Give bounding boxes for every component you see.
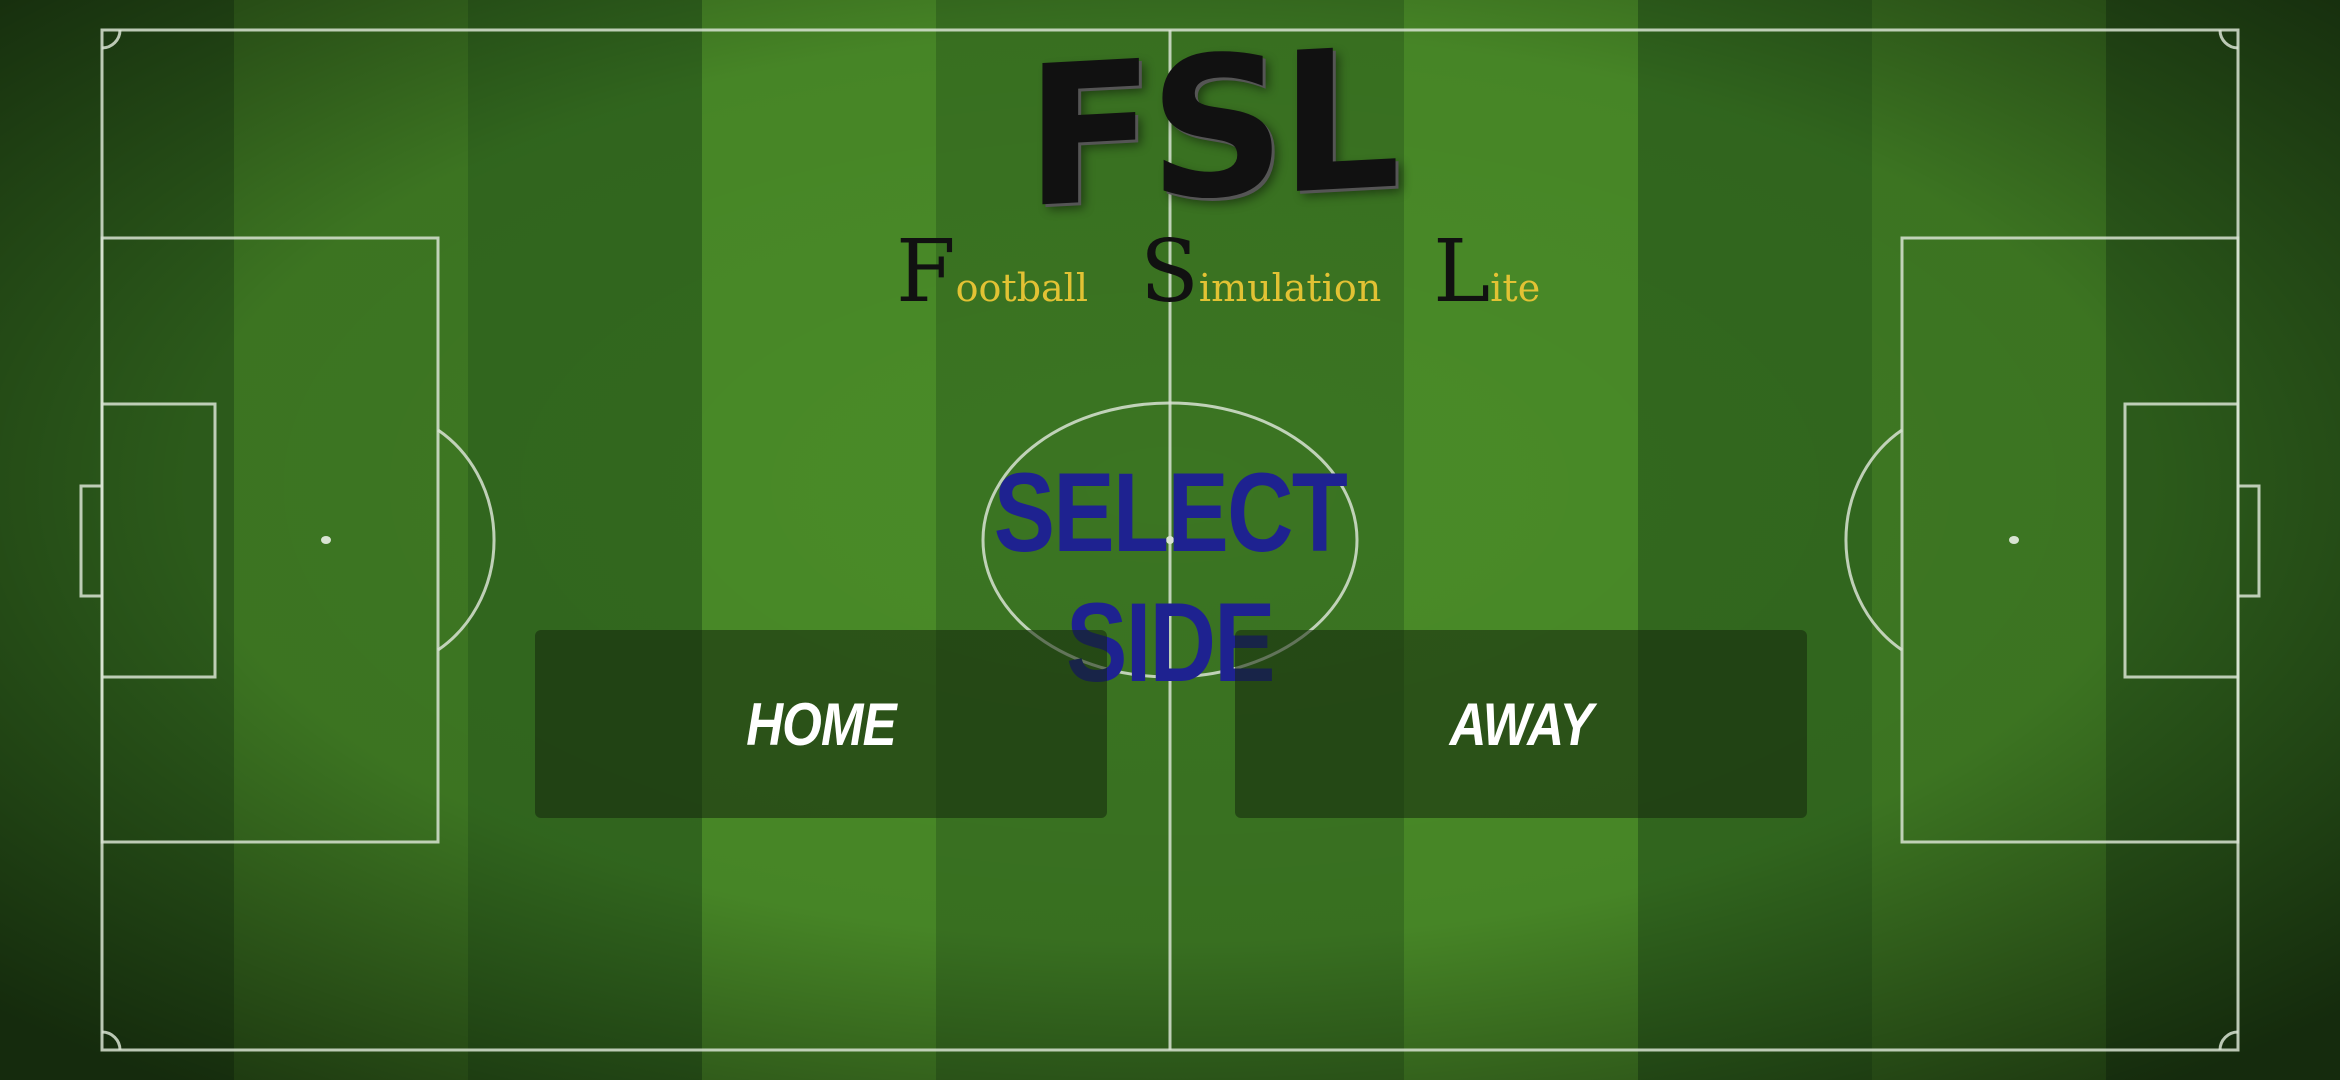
away-button-label: AWAY: [1449, 690, 1593, 758]
subtitle-word-simulation: Simulation: [1140, 222, 1382, 322]
subtitle-word-lite: Lite: [1433, 222, 1541, 322]
select-side-heading: SELECT SIDE: [993, 450, 1348, 705]
home-button[interactable]: HOME: [535, 630, 1107, 818]
game-subtitle: Football Simulation Lite: [870, 222, 1550, 322]
away-button[interactable]: AWAY: [1235, 630, 1807, 818]
subtitle-word-football: Football: [896, 222, 1088, 322]
home-button-label: HOME: [746, 690, 896, 758]
fsl-logo: FSL: [1025, 6, 1395, 252]
